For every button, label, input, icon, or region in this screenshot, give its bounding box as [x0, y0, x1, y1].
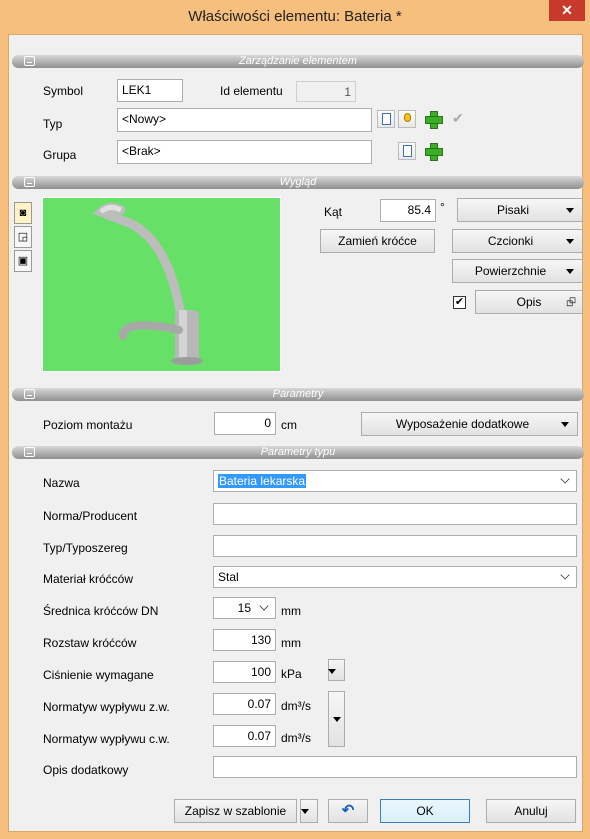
document-icon[interactable]	[398, 142, 416, 160]
plus-icon[interactable]	[424, 110, 443, 129]
window-title: Właściwości elementu: Bateria *	[188, 8, 402, 25]
checkmark-icon: ✔	[452, 110, 464, 126]
typoszereg-label: Typ/Typoszereg	[43, 541, 128, 555]
preview-image	[42, 197, 281, 372]
title-bar[interactable]: Właściwości elementu: Bateria * ✕	[0, 0, 590, 34]
id-label: Id elementu	[220, 84, 283, 98]
pisaki-label: Pisaki	[496, 203, 529, 217]
opis-label: Opis	[516, 295, 542, 309]
powierzchnie-dropdown[interactable]: Powierzchnie	[452, 259, 583, 283]
norma-input[interactable]	[213, 503, 577, 525]
zamien-krocce-button[interactable]: Zamień króćce	[320, 229, 435, 253]
wyposazenie-dropdown[interactable]: Wyposażenie dodatkowe	[361, 412, 578, 436]
normatyw-zw-label: Normatyw wypływu z.w.	[43, 700, 170, 714]
opis-checkbox[interactable]: ✔	[453, 296, 466, 309]
collapse-icon[interactable]	[24, 447, 35, 457]
collapse-icon[interactable]	[24, 389, 35, 399]
wyposazenie-label: Wyposażenie dodatkowe	[395, 417, 530, 431]
close-button[interactable]: ✕	[549, 0, 585, 21]
section-title: Zarządzanie elementem	[238, 55, 357, 67]
collapse-icon[interactable]	[24, 177, 35, 187]
typ-field[interactable]: <Nowy>	[117, 108, 372, 132]
section-header-wyglad[interactable]: Wygląd	[12, 176, 584, 189]
section-header-parametry[interactable]: Parametry	[12, 388, 584, 401]
norma-label: Norma/Producent	[43, 509, 138, 523]
chevron-down-icon	[560, 570, 570, 580]
srednica-label: Średnica króćców DN	[43, 604, 159, 618]
section-title: Parametry	[272, 388, 324, 400]
cisnienie-dropdown-button[interactable]	[328, 659, 345, 681]
typoszereg-input[interactable]	[213, 535, 577, 557]
lightbulb-icon[interactable]	[398, 110, 416, 128]
zapisz-dropdown-button[interactable]	[300, 799, 318, 823]
zapisz-w-szablonie-button[interactable]: Zapisz w szablonie	[174, 799, 297, 823]
opis-button[interactable]: Opis ⮺	[475, 290, 583, 314]
srednica-value: 15	[237, 601, 251, 615]
kat-label: Kąt	[324, 205, 343, 219]
opis-dodatkowy-label: Opis dodatkowy	[43, 763, 129, 777]
nazwa-combobox[interactable]: Bateria lekarska	[213, 470, 577, 492]
export-icon: ⮺	[566, 295, 576, 309]
collapse-icon[interactable]	[24, 56, 35, 66]
czcionki-dropdown[interactable]: Czcionki	[452, 229, 583, 253]
symbol-input[interactable]: LEK1	[117, 79, 183, 102]
document-icon[interactable]	[377, 110, 395, 128]
nazwa-label: Nazwa	[43, 476, 80, 490]
normatyw-zw-input[interactable]: 0.07	[213, 693, 276, 715]
material-label: Materiał króćców	[43, 572, 134, 586]
normatyw-zw-unit: dm³/s	[281, 699, 311, 713]
rozstaw-unit: mm	[281, 636, 301, 650]
opis-dodatkowy-input[interactable]	[213, 756, 577, 778]
id-field: 1	[296, 81, 356, 102]
ok-button[interactable]: OK	[380, 799, 470, 823]
rozstaw-label: Rozstaw króćców	[43, 636, 137, 650]
grupa-label: Grupa	[43, 148, 77, 162]
kat-unit: °	[440, 200, 445, 214]
cisnienie-label: Ciśnienie wymagane	[43, 668, 154, 682]
normatyw-dropdown-button[interactable]	[328, 691, 345, 747]
rozstaw-input[interactable]: 130	[213, 629, 276, 651]
kat-input[interactable]: 85.4	[380, 199, 436, 222]
undo-icon[interactable]: ↶	[328, 799, 368, 823]
powierzchnie-label: Powierzchnie	[474, 264, 547, 278]
view-top-icon[interactable]: ◲	[14, 226, 32, 248]
cisnienie-input[interactable]: 100	[213, 661, 276, 683]
material-combobox[interactable]: Stal	[213, 566, 577, 588]
normatyw-cw-unit: dm³/s	[281, 731, 311, 745]
arrow-down-icon	[333, 717, 341, 722]
pisaki-dropdown[interactable]: Pisaki	[457, 198, 583, 222]
material-value: Stal	[218, 570, 239, 584]
srednica-combobox[interactable]: 15	[213, 597, 276, 619]
section-title: Parametry typu	[260, 446, 336, 458]
poziom-montazu-label: Poziom montażu	[43, 418, 133, 432]
symbol-label: Symbol	[43, 84, 84, 98]
poziom-unit: cm	[281, 418, 297, 432]
section-header-parametry-typu[interactable]: Parametry typu	[12, 446, 584, 459]
czcionki-label: Czcionki	[487, 234, 534, 248]
typ-label: Typ	[43, 117, 63, 131]
chevron-down-icon	[259, 601, 269, 611]
poziom-montazu-input[interactable]: 0	[214, 412, 276, 435]
grupa-field[interactable]: <Brak>	[117, 140, 372, 164]
section-header-zarzadzanie[interactable]: Zarządzanie elementem	[12, 55, 584, 68]
normatyw-cw-input[interactable]: 0.07	[213, 725, 276, 747]
chevron-down-icon	[560, 474, 570, 484]
section-title: Wygląd	[279, 176, 317, 188]
anuluj-button[interactable]: Anuluj	[486, 799, 576, 823]
nazwa-value: Bateria lekarska	[218, 474, 307, 488]
normatyw-cw-label: Normatyw wypływu c.w.	[43, 732, 170, 746]
plus-icon[interactable]	[424, 142, 443, 161]
view-box-icon[interactable]: ▣	[14, 250, 32, 272]
view-3d-icon[interactable]: ◙	[14, 202, 32, 224]
srednica-unit: mm	[281, 604, 301, 618]
cisnienie-unit: kPa	[281, 667, 302, 681]
